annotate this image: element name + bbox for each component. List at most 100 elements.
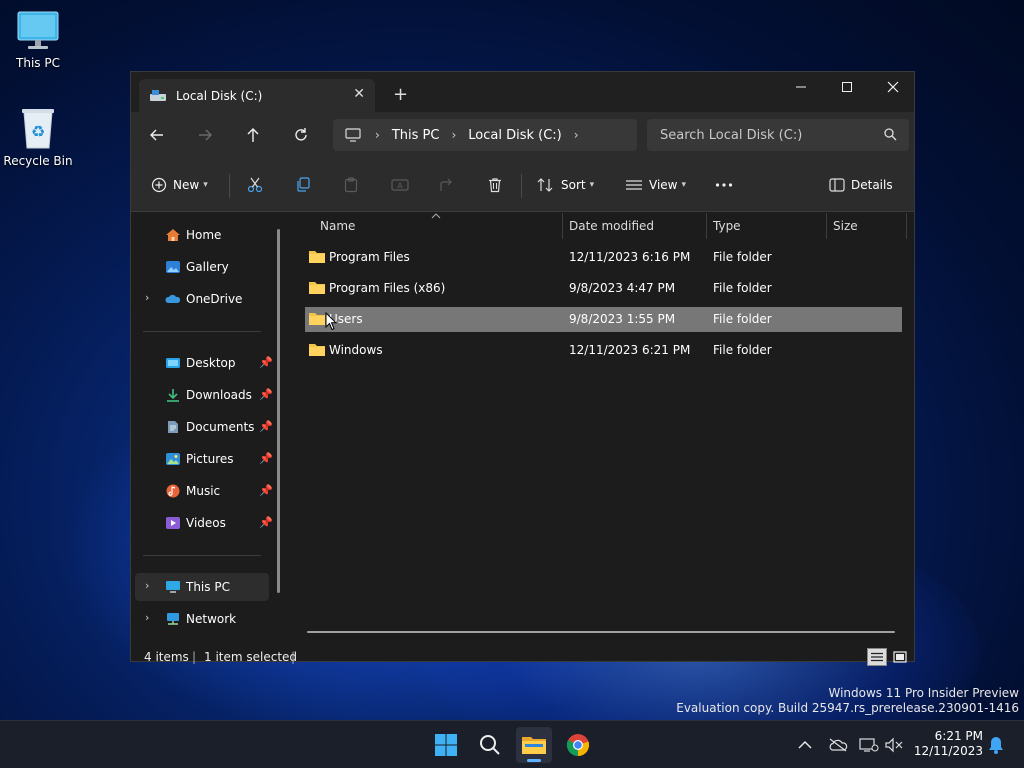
chevron-right-icon[interactable]: › [145,579,149,592]
network-tray-button[interactable] [859,735,879,755]
sidebar-item-label: Pictures [186,452,234,466]
forward-button[interactable] [192,123,218,147]
this-pc-icon [166,581,180,593]
search-icon [884,128,897,141]
column-divider[interactable] [562,213,563,239]
desktop-icon [166,358,180,368]
cut-button[interactable] [247,173,263,197]
desktop-icon-this-pc[interactable]: This PC [0,10,76,70]
maximize-button[interactable] [824,72,870,102]
plus-circle-icon [151,177,167,193]
sidebar-item-home[interactable]: Home [135,221,269,249]
horizontal-scrollbar[interactable] [307,631,895,633]
minimize-button[interactable] [778,72,824,102]
close-window-button[interactable] [870,72,916,102]
sort-button[interactable]: Sort ▾ [537,173,594,197]
onedrive-icon [165,294,181,303]
sidebar-item-network[interactable]: › Network [135,605,269,633]
sidebar-divider [143,331,261,332]
details-view-button[interactable] [867,648,887,666]
start-button[interactable] [428,727,464,763]
chevron-right-icon[interactable]: › [145,291,149,304]
column-header-size[interactable]: Size [833,219,858,233]
file-name: Windows [329,343,383,357]
column-divider[interactable] [906,213,907,239]
pin-icon: 📌 [259,388,273,401]
column-header-date-modified[interactable]: Date modified [569,219,654,233]
breadcrumb-local-disk[interactable]: Local Disk (C:) [468,128,561,143]
refresh-button[interactable] [288,123,314,147]
sidebar-scrollbar[interactable] [277,229,280,593]
pin-icon: 📌 [259,356,273,369]
column-divider[interactable] [826,213,827,239]
column-header-name[interactable]: Name [320,219,355,233]
sidebar-item-videos[interactable]: Videos 📌 [135,509,273,537]
file-row-windows[interactable]: Windows 12/11/2023 6:21 PM File folder [305,338,902,363]
desktop-icon-recycle-bin[interactable]: ♻ Recycle Bin [0,106,76,168]
watermark-line-2: Evaluation copy. Build 25947.rs_prerelea… [676,701,1019,715]
rename-icon: A [391,179,409,191]
file-row-program-files-x86[interactable]: Program Files (x86) 9/8/2023 4:47 PM Fil… [305,276,902,301]
sidebar-item-desktop[interactable]: Desktop 📌 [135,349,273,377]
file-type: File folder [713,250,772,264]
chevron-down-icon: ▾ [681,180,687,190]
details-pane-icon [829,178,845,192]
new-button[interactable]: New ▾ [151,173,208,197]
up-button[interactable] [240,123,266,147]
sidebar-item-label: Videos [186,516,226,530]
tab-local-disk[interactable]: Local Disk (C:) ✕ [139,79,375,112]
arrow-right-icon [199,129,212,141]
chevron-right-icon[interactable]: › [574,128,579,142]
close-tab-icon[interactable]: ✕ [353,86,365,102]
copy-icon [297,177,310,192]
file-name: Program Files [329,250,410,264]
search-button[interactable] [472,727,508,763]
sidebar-item-this-pc[interactable]: › This PC [135,573,269,601]
new-tab-button[interactable]: + [393,84,408,105]
view-button[interactable]: View ▾ [625,173,686,197]
sidebar-item-onedrive[interactable]: › OneDrive [135,285,269,313]
chrome-taskbar-button[interactable] [560,727,596,763]
clock[interactable]: 6:21 PM 12/11/2023 [913,729,983,759]
search-placeholder: Search Local Disk (C:) [660,127,803,143]
address-bar[interactable]: › This PC › Local Disk (C:) › [333,119,637,151]
notifications-button[interactable] [986,735,1006,755]
rename-button[interactable]: A [391,173,409,197]
details-pane-button[interactable]: Details [829,173,893,197]
network-icon [859,738,879,752]
more-options-button[interactable] [715,173,733,197]
sidebar-item-downloads[interactable]: Downloads 📌 [135,381,273,409]
onedrive-tray-button[interactable] [828,735,848,755]
desktop-icon-label: Recycle Bin [3,154,73,168]
sidebar-item-music[interactable]: Music 📌 [135,477,273,505]
file-row-program-files[interactable]: Program Files 12/11/2023 6:16 PM File fo… [305,245,902,270]
clock-time: 6:21 PM [934,729,983,743]
tiles-view-button[interactable] [890,648,910,666]
sidebar-item-label: Music [186,484,221,498]
breadcrumb-this-pc[interactable]: This PC [392,128,440,143]
divider [521,174,522,198]
file-row-users[interactable]: Users 9/8/2023 1:55 PM File folder [305,307,902,332]
svg-text:A: A [397,182,403,191]
sidebar-item-documents[interactable]: Documents 📌 [135,413,273,441]
file-explorer-taskbar-button[interactable] [516,727,552,763]
file-type: File folder [713,281,772,295]
volume-tray-button[interactable] [884,735,904,755]
back-button[interactable] [144,123,170,147]
sidebar-item-gallery[interactable]: Gallery [135,253,269,281]
minimize-icon [796,86,806,88]
clock-date: 12/11/2023 [913,744,983,758]
share-button[interactable] [439,173,455,197]
tab-title: Local Disk (C:) [176,88,263,103]
paste-button[interactable] [343,173,359,197]
status-bar: 4 items | 1 item selected | [131,640,914,666]
column-header-type[interactable]: Type [713,219,741,233]
copy-button[interactable] [295,173,311,197]
sidebar-item-pictures[interactable]: Pictures 📌 [135,445,273,473]
search-input[interactable]: Search Local Disk (C:) [647,119,909,151]
show-hidden-icons-button[interactable] [795,735,815,755]
column-divider[interactable] [706,213,707,239]
documents-icon [168,421,178,433]
delete-button[interactable] [487,173,503,197]
chevron-right-icon[interactable]: › [145,611,149,624]
